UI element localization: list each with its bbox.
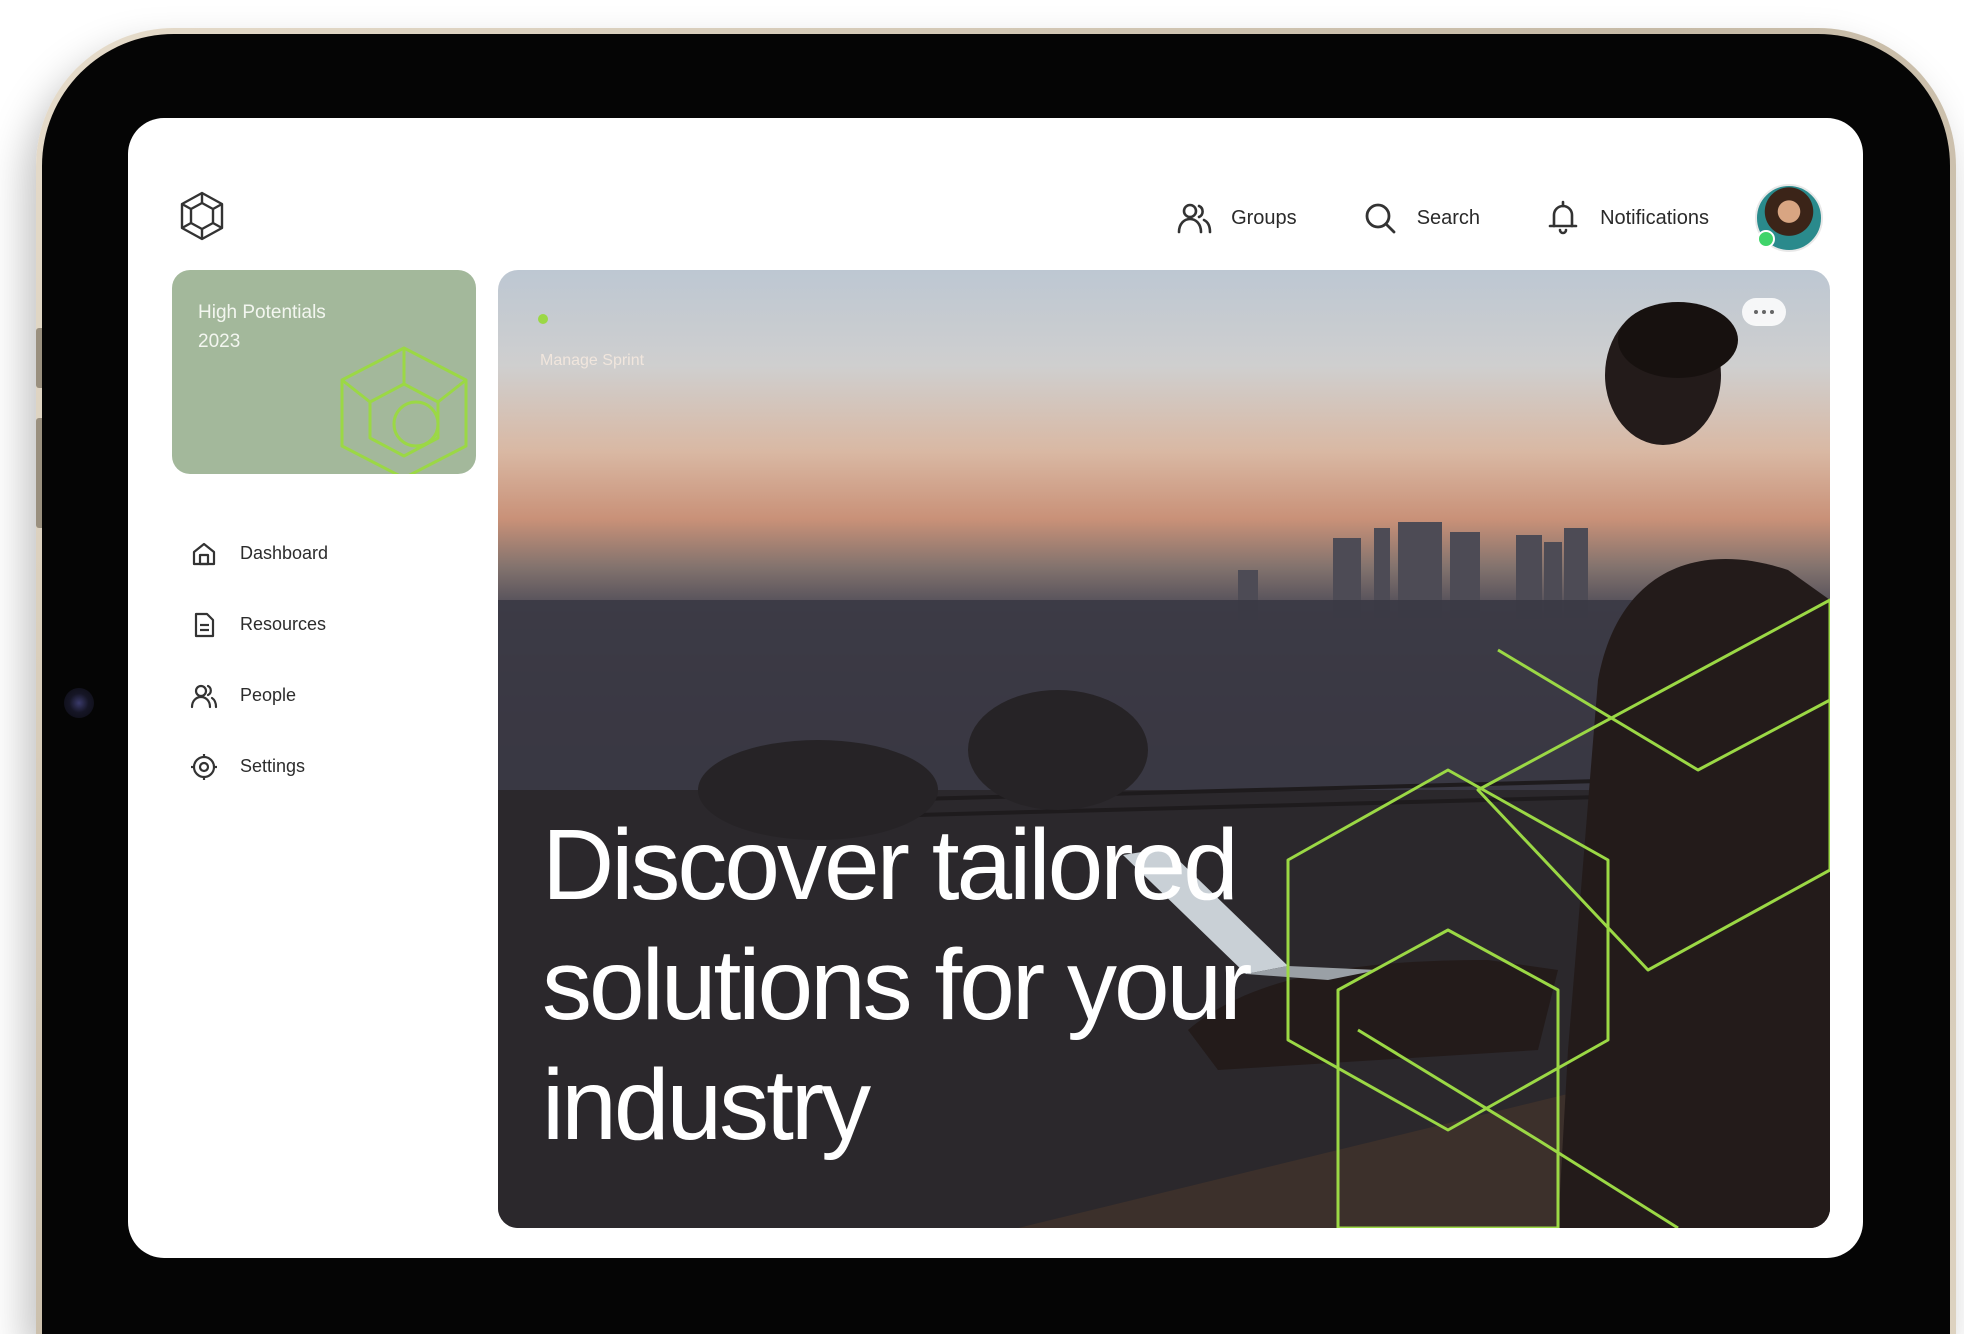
home-icon xyxy=(192,542,216,565)
sidebar-item-people[interactable]: People xyxy=(190,660,328,731)
app-logo-icon[interactable] xyxy=(178,190,226,242)
nav-search[interactable]: Search xyxy=(1361,199,1480,237)
hexagon-pattern-icon xyxy=(340,346,468,474)
app-screen: Groups Search Notifications High Potenti… xyxy=(128,118,1863,1258)
more-dot-icon xyxy=(1762,310,1766,314)
people-icon xyxy=(190,684,218,708)
nav-notifications[interactable]: Notifications xyxy=(1544,199,1709,237)
sidebar-nav: Dashboard Resources People Settings xyxy=(190,518,328,802)
front-camera xyxy=(64,688,94,718)
groups-icon xyxy=(1177,203,1212,234)
sidebar-item-label: Resources xyxy=(240,614,327,634)
more-dot-icon xyxy=(1770,310,1774,314)
sidebar-item-resources[interactable]: Resources xyxy=(190,589,328,660)
gear-icon xyxy=(191,753,217,780)
more-dot-icon xyxy=(1754,310,1758,314)
sidebar-item-label: Settings xyxy=(240,756,306,776)
search-icon xyxy=(1365,203,1396,234)
user-avatar[interactable] xyxy=(1755,184,1823,252)
sidebar-item-label: Dashboard xyxy=(240,543,329,563)
sidebar-item-label: People xyxy=(240,685,297,705)
hero-headline: Discover tailored solutions for your ind… xyxy=(542,809,1252,1161)
hero-indicator-dot xyxy=(538,314,548,324)
hero-label[interactable]: Manage Sprint xyxy=(540,352,644,370)
nav-notifications-label: Notifications xyxy=(1600,206,1709,229)
nav-search-label: Search xyxy=(1416,206,1481,229)
nav-groups[interactable]: Groups xyxy=(1175,199,1297,237)
sidebar-item-dashboard[interactable]: Dashboard xyxy=(190,518,328,589)
hero-banner: Manage Sprint Discover tailored solution… xyxy=(498,270,1830,1228)
nav-groups-label: Groups xyxy=(1231,206,1297,229)
document-icon xyxy=(194,612,215,637)
more-options-button[interactable] xyxy=(1742,298,1786,326)
sidebar-item-settings[interactable]: Settings xyxy=(190,731,328,802)
program-card[interactable]: High Potentials 2023 xyxy=(172,270,476,474)
header-nav: Groups Search Notifications xyxy=(1111,182,1823,254)
bell-icon xyxy=(1548,200,1578,235)
online-status-dot xyxy=(1757,230,1775,248)
